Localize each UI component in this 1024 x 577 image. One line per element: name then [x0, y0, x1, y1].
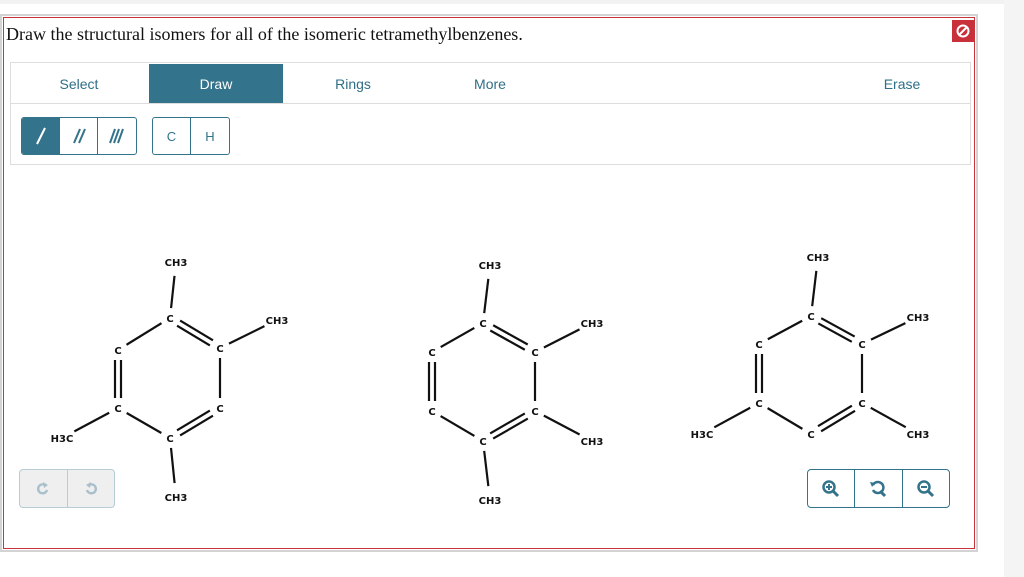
methyl-group[interactable]: CH3 — [907, 430, 930, 441]
methyl-group[interactable]: CH3 — [907, 313, 930, 324]
single-bond[interactable] — [543, 328, 581, 349]
single-bond[interactable] — [483, 278, 490, 314]
single-bond[interactable] — [767, 319, 803, 341]
single-bond[interactable] — [767, 407, 803, 430]
carbon-atom[interactable]: C — [531, 407, 538, 418]
carbon-atom[interactable]: C — [479, 437, 486, 448]
carbon-atom[interactable]: C — [114, 404, 121, 415]
methyl-group[interactable]: H3C — [51, 434, 74, 445]
methyl-group[interactable]: CH3 — [266, 316, 289, 327]
single-bond[interactable] — [483, 450, 490, 487]
carbon-atom[interactable]: C — [755, 399, 762, 410]
single-bond[interactable] — [870, 322, 906, 341]
methyl-group[interactable]: CH3 — [165, 493, 188, 504]
single-bond[interactable] — [125, 322, 163, 346]
single-bond[interactable] — [440, 326, 475, 349]
single-bond[interactable] — [169, 275, 176, 309]
carbon-atom[interactable]: C — [216, 344, 223, 355]
single-bond[interactable] — [811, 270, 818, 307]
carbon-atom[interactable]: C — [166, 314, 173, 325]
methyl-group[interactable]: CH3 — [581, 437, 604, 448]
single-bond[interactable] — [228, 325, 265, 345]
carbon-atom[interactable]: C — [216, 404, 223, 415]
methyl-group[interactable]: CH3 — [165, 258, 188, 269]
methyl-group[interactable]: CH3 — [581, 319, 604, 330]
carbon-atom[interactable]: C — [807, 312, 814, 323]
single-bond[interactable] — [543, 414, 581, 436]
carbon-atom[interactable]: C — [166, 434, 173, 445]
carbon-atom[interactable]: C — [428, 348, 435, 359]
carbon-atom[interactable]: C — [807, 430, 814, 441]
single-bond[interactable] — [126, 412, 162, 434]
single-bond[interactable] — [870, 406, 907, 429]
single-bond[interactable] — [440, 415, 475, 437]
methyl-group[interactable]: H3C — [691, 430, 714, 441]
single-bond[interactable] — [713, 406, 751, 429]
methyl-group[interactable]: CH3 — [807, 253, 830, 264]
single-bond[interactable] — [73, 411, 110, 433]
carbon-atom[interactable]: C — [479, 319, 486, 330]
carbon-atom[interactable]: C — [428, 407, 435, 418]
carbon-atom[interactable]: C — [531, 348, 538, 359]
carbon-atom[interactable]: C — [858, 399, 865, 410]
carbon-atom[interactable]: C — [114, 346, 121, 357]
carbon-atom[interactable]: C — [755, 340, 762, 351]
carbon-atom[interactable]: C — [858, 340, 865, 351]
methyl-group[interactable]: CH3 — [479, 496, 502, 507]
methyl-group[interactable]: CH3 — [479, 261, 502, 272]
single-bond[interactable] — [169, 447, 176, 484]
drawing-canvas[interactable]: CCCCCCCH3CH3H3CCH3CCCCCCCH3CH3CH3CH3CCCC… — [0, 0, 1024, 577]
